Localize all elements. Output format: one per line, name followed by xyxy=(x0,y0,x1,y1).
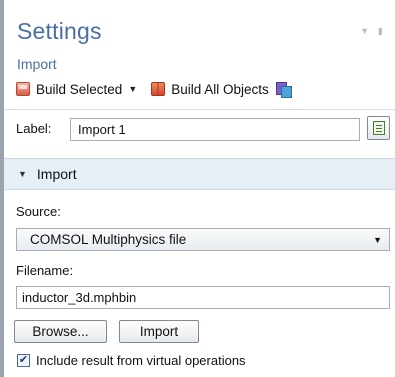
settings-panel: Settings ▼ ▮ Import Build Selected ▼ Bui… xyxy=(0,0,395,377)
import-section-header[interactable]: ▼ Import xyxy=(4,158,395,190)
settings-toolbar: Build Selected ▼ Build All Objects xyxy=(16,79,297,99)
build-all-icon xyxy=(151,82,166,96)
include-virtual-checkbox[interactable]: ✔ xyxy=(17,354,30,367)
label-input[interactable]: Import 1 xyxy=(70,118,360,141)
chevron-down-icon[interactable]: ▼ xyxy=(128,84,137,94)
pin-icon[interactable]: ▮ xyxy=(378,26,383,36)
section-title: Import xyxy=(36,166,77,182)
label-field-label: Label: xyxy=(16,121,52,136)
label-edit-icon xyxy=(372,121,385,135)
source-selected-value: COMSOL Multiphysics file xyxy=(30,232,187,247)
panel-title: Settings xyxy=(17,18,102,44)
filename-label: Filename: xyxy=(16,263,74,278)
source-select[interactable]: COMSOL Multiphysics file ▼ xyxy=(16,228,390,251)
source-label: Source: xyxy=(16,204,61,219)
dropdown-menu-icon[interactable]: ▼ xyxy=(360,26,369,36)
build-selected-icon xyxy=(16,82,30,96)
build-all-objects-button[interactable]: Build All Objects xyxy=(151,82,269,97)
build-selected-label: Build Selected xyxy=(36,81,123,97)
geometry-objects-icon[interactable] xyxy=(275,81,292,98)
label-edit-button[interactable] xyxy=(367,116,390,140)
build-all-label: Build All Objects xyxy=(171,81,269,97)
build-selected-button[interactable]: Build Selected xyxy=(16,82,122,97)
panel-subtitle: Import xyxy=(17,56,57,72)
chevron-down-icon: ▼ xyxy=(373,235,382,245)
include-virtual-label: Include result from virtual operations xyxy=(36,353,246,368)
panel-window-controls: ▼ ▮ xyxy=(360,26,383,36)
include-virtual-row[interactable]: ✔ Include result from virtual operations xyxy=(17,353,246,368)
filename-input[interactable]: inductor_3d.mphbin xyxy=(16,286,390,309)
collapse-triangle-icon: ▼ xyxy=(18,169,27,179)
import-button[interactable]: Import xyxy=(119,320,199,343)
browse-button[interactable]: Browse... xyxy=(14,320,107,343)
divider xyxy=(4,109,395,110)
